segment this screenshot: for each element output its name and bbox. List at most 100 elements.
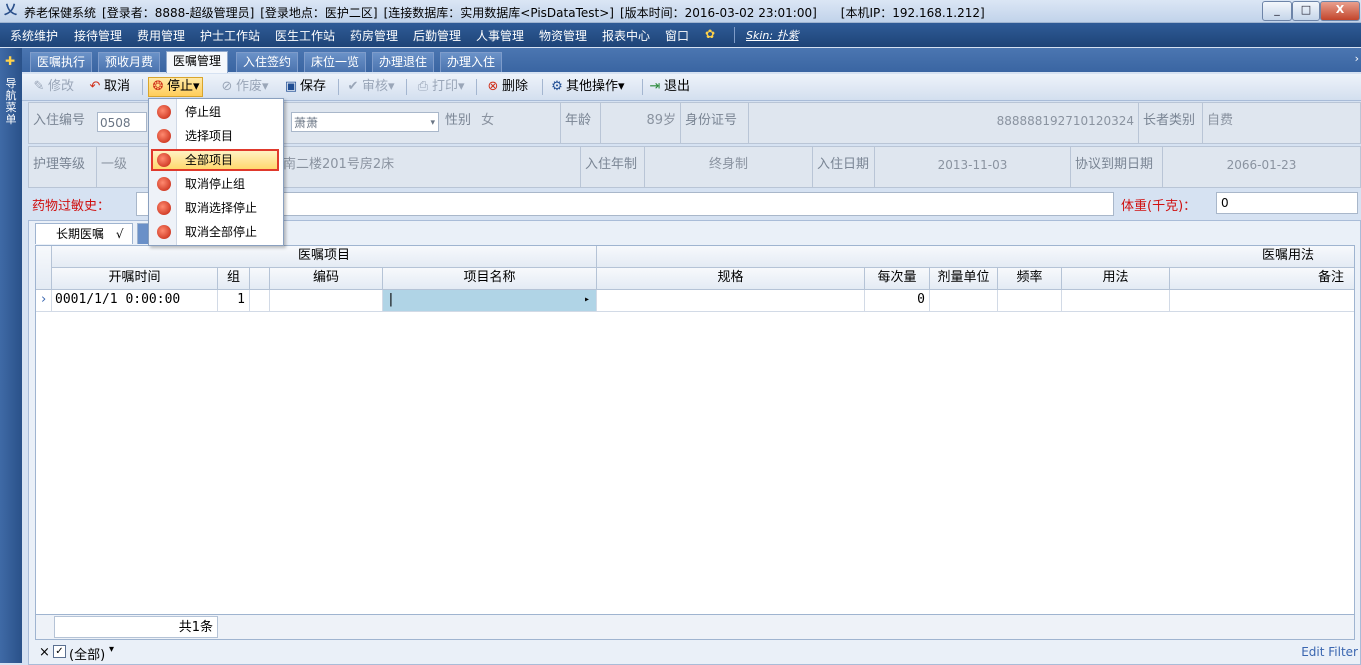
cell-frequency[interactable] [998, 290, 1062, 312]
expire-label: 协议到期日期 [1075, 157, 1154, 172]
left-nav-rail[interactable]: ✚ 导航菜单 [0, 48, 22, 663]
local-ip: [本机IP：192.168.1.212] [840, 6, 985, 20]
minimize-button[interactable]: _ [1262, 1, 1292, 21]
grid-footer: 共1条 [35, 614, 1355, 640]
menu-pharmacy[interactable]: 药房管理 [350, 27, 398, 44]
col-blank[interactable] [250, 268, 270, 290]
orders-panel: 长期医嘱 √ 医嘱项目 医嘱用法 开嘱时间 组 编码 项目名称 规格 每次量 剂… [28, 220, 1361, 665]
menu-item-cancel-stop-group[interactable]: 取消停止组 [151, 173, 279, 195]
exit-button[interactable]: ⇥ 退出 [648, 78, 690, 96]
allergy-label: 药物过敏史： [32, 199, 111, 214]
group-header-usage: 医嘱用法 [597, 246, 1354, 268]
cell-dose[interactable]: 0 [865, 290, 930, 312]
cell-dose-unit[interactable] [930, 290, 998, 312]
menu-item-stop-group[interactable]: 停止组 [151, 101, 279, 123]
menu-reception[interactable]: 接待管理 [74, 27, 122, 44]
menu-reports[interactable]: 报表中心 [602, 27, 650, 44]
skin-palette-icon[interactable]: ✿ [705, 27, 715, 41]
col-spec[interactable]: 规格 [597, 268, 865, 290]
maximize-button[interactable]: □ [1292, 1, 1320, 21]
close-button[interactable]: X [1320, 1, 1360, 21]
chevron-down-icon: ▾ [430, 118, 435, 128]
tab-admission[interactable]: 办理入住 [440, 52, 503, 72]
menu-logistics[interactable]: 后勤管理 [413, 27, 461, 44]
col-dose-unit[interactable]: 剂量单位 [930, 268, 998, 290]
tab-long-term-orders[interactable]: 长期医嘱 √ [35, 223, 133, 244]
menu-hr[interactable]: 人事管理 [476, 27, 524, 44]
pencil-icon: ✎ [33, 79, 45, 94]
elder-type-label: 长者类别 [1143, 113, 1196, 128]
cell-note[interactable] [1170, 290, 1354, 312]
term-label: 入住年制 [585, 157, 638, 172]
pin-icon[interactable]: ✚ [5, 54, 15, 68]
tab-prepaid-fees[interactable]: 预收月费 [98, 52, 161, 72]
undo-icon: ↶ [89, 79, 101, 94]
name-field[interactable]: 萧萧 ▾ [291, 112, 439, 132]
long-term-orders-label: 长期医嘱 [56, 227, 105, 241]
check-icon: ✔ [347, 79, 359, 94]
toolbar-separator [642, 79, 643, 95]
filter-close-icon[interactable]: × [39, 645, 50, 660]
menu-item-all-items[interactable]: 全部项目 [151, 149, 279, 171]
tab-discharge[interactable]: 办理退住 [372, 52, 435, 72]
filter-dropdown-icon[interactable]: ▾ [109, 644, 114, 655]
id-label-cell: 身份证号 [681, 103, 749, 143]
void-button[interactable]: ⊘ 作废▾ [220, 78, 269, 96]
delete-icon: ⊗ [487, 79, 499, 94]
audit-button[interactable]: ✔ 审核▾ [346, 78, 395, 96]
cell-dropdown-icon[interactable]: ▸ [584, 290, 590, 310]
cancel-button[interactable]: ↶ 取消 [88, 78, 130, 96]
tab-admission-contract[interactable]: 入住签约 [236, 52, 299, 72]
col-item-name[interactable]: 项目名称 [383, 268, 597, 290]
menu-system[interactable]: 系统维护 [10, 27, 58, 44]
weight-input[interactable]: 0 [1216, 192, 1358, 214]
cell-spec[interactable] [597, 290, 865, 312]
edit-button[interactable]: ✎ 修改 [32, 78, 74, 96]
chevron-down-icon: ▾ [262, 79, 269, 94]
col-code[interactable]: 编码 [270, 268, 383, 290]
admit-no-field[interactable]: 0508 [97, 112, 147, 132]
tab-order-management[interactable]: 医嘱管理 [166, 51, 229, 73]
col-usage[interactable]: 用法 [1062, 268, 1170, 290]
tab-order-execution[interactable]: 医嘱执行 [30, 52, 93, 72]
filter-text[interactable]: (全部) [69, 644, 105, 663]
skin-link[interactable]: Skin: 扑紫 [746, 27, 799, 43]
care-level-value: 一级 [101, 157, 128, 172]
cell-usage[interactable] [1062, 290, 1170, 312]
menu-doctor-station[interactable]: 医生工作站 [275, 27, 335, 44]
edit-filter-link[interactable]: Edit Filter [1301, 645, 1358, 659]
stop-icon [157, 105, 171, 119]
col-dose[interactable]: 每次量 [865, 268, 930, 290]
col-order-time[interactable]: 开嘱时间 [52, 268, 218, 290]
bed-value-cell: 南二楼201号房2床 [281, 147, 581, 187]
other-operations-button[interactable]: ⚙ 其他操作▾ [550, 78, 624, 96]
col-frequency[interactable]: 频率 [998, 268, 1062, 290]
cell-blank[interactable] [250, 290, 270, 312]
col-group[interactable]: 组 [218, 268, 250, 290]
id-label: 身份证号 [685, 113, 738, 128]
gender-label: 性别 [445, 113, 472, 128]
delete-button[interactable]: ⊗ 删除 [486, 78, 528, 96]
menu-window[interactable]: 窗口 [665, 27, 689, 44]
menu-item-cancel-all-stop[interactable]: 取消全部停止 [151, 221, 279, 243]
tab-bed-overview[interactable]: 床位一览 [304, 52, 367, 72]
admit-date-value-cell: 2013-11-03 [875, 147, 1071, 187]
col-note[interactable]: 备注 [1170, 268, 1354, 290]
menu-item-select-items[interactable]: 选择项目 [151, 125, 279, 147]
menu-item-cancel-select-stop[interactable]: 取消选择停止 [151, 197, 279, 219]
toolbar: ✎ 修改 ↶ 取消 ❂ 停止▾ ⊘ 作废▾ ▣ 保存 ✔ 审核▾ ⎙ 打印▾ ⊗ 删除 ⚙ 其他操… [22, 74, 1361, 101]
menu-nurse-station[interactable]: 护士工作站 [200, 27, 260, 44]
tab-scroll-right-icon[interactable]: › [1355, 52, 1359, 65]
stop-button[interactable]: ❂ 停止▾ [148, 77, 203, 97]
print-button[interactable]: ⎙ 打印▾ [416, 78, 465, 96]
cell-item-name[interactable]: | ▸ [383, 290, 597, 312]
weight-label: 体重(千克)： [1121, 199, 1197, 214]
cell-group[interactable]: 1 [218, 290, 250, 312]
save-button[interactable]: ▣ 保存 [284, 78, 326, 96]
row-indicator[interactable]: › [36, 290, 52, 312]
menu-fees[interactable]: 费用管理 [137, 27, 185, 44]
filter-checkbox[interactable]: ✓ [53, 645, 66, 658]
cell-order-time[interactable]: 0001/1/1 0:00:00 [52, 290, 218, 312]
menu-materials[interactable]: 物资管理 [539, 27, 587, 44]
cell-code[interactable] [270, 290, 383, 312]
